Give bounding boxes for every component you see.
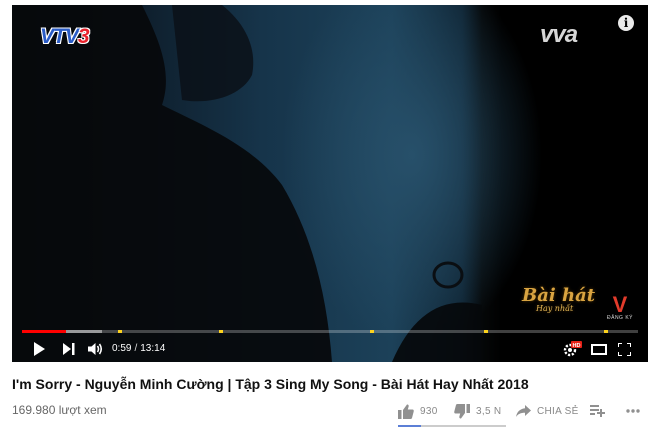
ad-marker [484, 330, 488, 333]
like-count: 930 [420, 405, 438, 417]
brand-logo: vva [540, 21, 578, 48]
add-to-playlist-button[interactable] [590, 402, 611, 420]
like-ratio-fill [398, 425, 421, 427]
play-icon [34, 342, 45, 356]
fullscreen-icon [617, 342, 631, 356]
info-icon[interactable]: i [618, 15, 634, 31]
progress-bar[interactable] [22, 330, 638, 333]
thumbs-down-icon [454, 403, 470, 418]
watermark-logo: V [612, 292, 628, 317]
fullscreen-button[interactable] [615, 340, 633, 358]
next-icon [63, 343, 75, 355]
ad-marker [219, 330, 224, 333]
watermark-label: ĐĂNG KÝ [607, 315, 634, 321]
like-dislike-ratio-bar [398, 425, 506, 427]
more-horizontal-icon [626, 409, 640, 413]
current-time: 0:59 [112, 343, 132, 354]
theater-mode-button[interactable] [590, 340, 608, 358]
time-separator: / [134, 343, 138, 354]
share-button[interactable]: CHIA SẺ [516, 402, 579, 420]
volume-icon [88, 343, 103, 355]
next-button[interactable] [60, 340, 78, 358]
channel-logo: VTV3 [40, 25, 90, 48]
show-logo-main: Bài hát [522, 285, 596, 306]
share-icon [516, 405, 531, 417]
subscribe-watermark[interactable]: V ĐĂNG KÝ [607, 292, 634, 322]
video-player[interactable]: VTV3 vva i Bài hát Hay nhất V ĐĂNG KÝ 0:… [12, 5, 648, 362]
duration: 13:14 [140, 343, 166, 354]
thumbs-up-icon [398, 404, 414, 419]
ad-marker [604, 330, 609, 333]
hd-badge: HD [573, 343, 581, 349]
play-button[interactable] [30, 340, 48, 358]
dislike-button[interactable]: 3,5 N [454, 402, 501, 420]
ad-marker [370, 330, 375, 333]
settings-hd-icon: HD [563, 341, 582, 357]
share-label: CHIA SẺ [537, 405, 579, 417]
youtube-watch-page: VTV3 vva i Bài hát Hay nhất V ĐĂNG KÝ 0:… [0, 0, 660, 440]
volume-button[interactable] [86, 340, 106, 358]
add-to-playlist-icon [590, 405, 605, 417]
show-logo: Bài hát Hay nhất [522, 285, 596, 314]
more-actions-button[interactable] [626, 402, 646, 420]
like-button[interactable]: 930 [398, 402, 438, 420]
theater-icon [591, 343, 607, 355]
settings-button[interactable]: HD [562, 340, 582, 358]
progress-played [22, 330, 67, 333]
video-actions: 930 3,5 N CHIA SẺ [0, 402, 660, 422]
player-controls: 0:59/13:14 HD [12, 335, 648, 362]
video-title: I'm Sorry - Nguyễn Minh Cường | Tập 3 Si… [12, 376, 529, 392]
time-display: 0:59/13:14 [112, 343, 165, 354]
dislike-count: 3,5 N [476, 405, 502, 417]
ad-marker [118, 330, 123, 333]
